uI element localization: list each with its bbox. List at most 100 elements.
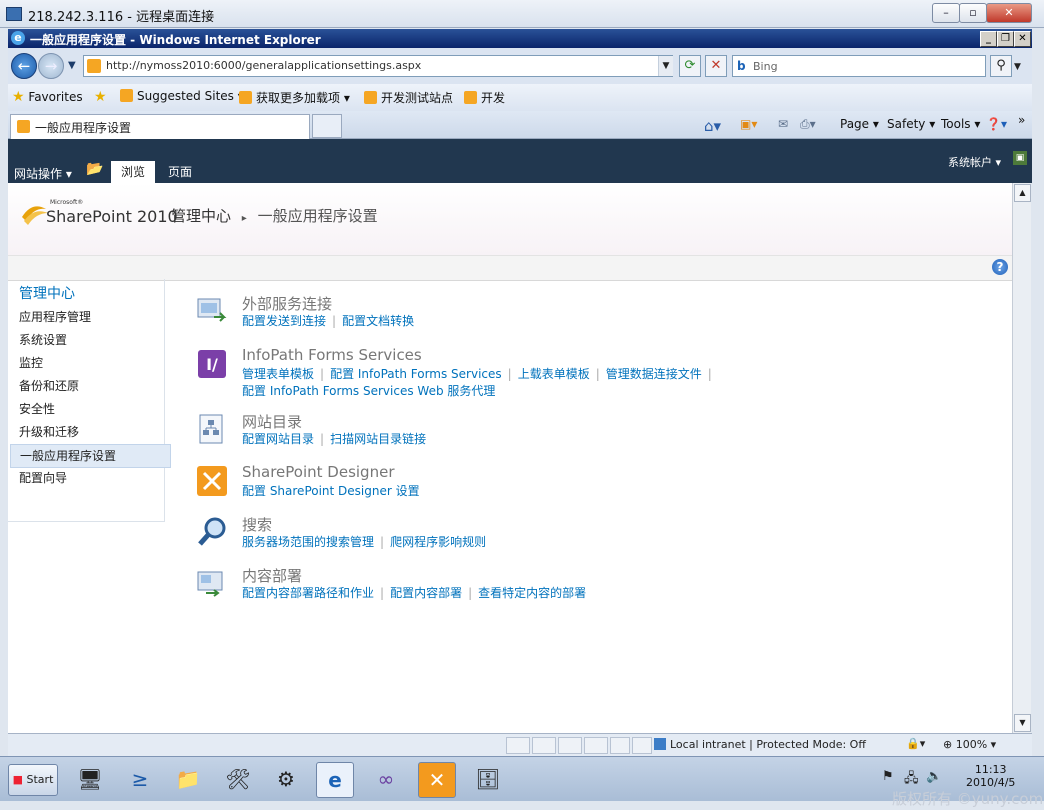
tab-page[interactable]: 页面	[158, 161, 202, 183]
zoom-control[interactable]: ⊕ 100% ▾	[943, 738, 996, 751]
search-icon[interactable]: ⚲	[990, 55, 1012, 77]
feeds-icon[interactable]: ▣▾	[740, 117, 757, 131]
refresh-icon[interactable]: ⟳	[679, 55, 701, 77]
start-button[interactable]: ■ Start	[8, 764, 58, 796]
link-manage-form-templates[interactable]: 管理表单模板	[242, 367, 314, 381]
nav-backup-restore[interactable]: 备份和还原	[10, 375, 169, 397]
link-send-to[interactable]: 配置发送到连接	[242, 314, 326, 328]
tools-menu[interactable]: Tools ▾	[941, 117, 980, 131]
link-config-infopath[interactable]: 配置 InfoPath Forms Services	[330, 367, 502, 381]
section-title: 网站目录	[242, 413, 303, 431]
close-button[interactable]: ✕	[986, 3, 1032, 23]
fav-label: 获取更多加载项 ▾	[256, 91, 350, 105]
nav-system-settings[interactable]: 系统设置	[10, 329, 169, 351]
clock[interactable]: 11:13 2010/4/5	[966, 763, 1015, 789]
navigate-up-icon[interactable]: 📂	[86, 161, 103, 177]
status-cell	[506, 737, 530, 754]
clock-time: 11:13	[974, 763, 1007, 776]
ie-minimize-button[interactable]: _	[980, 31, 997, 47]
link-view-deployment[interactable]: 查看特定内容的部署	[478, 586, 586, 600]
new-tab-button[interactable]	[312, 114, 342, 138]
link-config-designer[interactable]: 配置 SharePoint Designer 设置	[242, 484, 420, 498]
address-dropdown-icon[interactable]: ▼	[658, 56, 673, 76]
fav-label: Suggested Sites ▾	[137, 89, 244, 103]
help-icon[interactable]: ?	[992, 259, 1008, 275]
account-menu[interactable]: 系统帐户 ▾	[948, 154, 1001, 170]
tab-current[interactable]: 一般应用程序设置	[10, 114, 310, 139]
link-data-connection-files[interactable]: 管理数据连接文件	[606, 367, 702, 381]
taskbar: ■ Start 🖥 ≥ 📁 🛠 ⚙ e ∞ ✕ 🗄 ⚑ 🖧 🔈 11:13 20…	[0, 756, 1044, 801]
help-menu-icon[interactable]: ❓▾	[986, 117, 1007, 131]
safety-menu[interactable]: Safety ▾	[887, 117, 935, 131]
explorer-icon[interactable]: 📁	[170, 762, 206, 796]
page-menu[interactable]: Page ▾	[840, 117, 879, 131]
tools-icon[interactable]: 🛠	[220, 762, 256, 796]
print-icon[interactable]: ⎙▾	[800, 117, 816, 132]
section-links-2: 配置 InfoPath Forms Services Web 服务代理	[242, 382, 495, 399]
maximize-button[interactable]: ▫	[959, 3, 987, 23]
chevron-more-icon[interactable]: »	[1018, 113, 1025, 127]
visual-studio-icon[interactable]: ∞	[368, 762, 404, 796]
ie-close-button[interactable]: ✕	[1014, 31, 1031, 47]
section-links: 服务器场范围的搜索管理 | 爬网程序影响规则	[242, 535, 487, 549]
fav-suggested-sites[interactable]: Suggested Sites ▾	[120, 89, 244, 103]
internet-explorer-icon[interactable]: e	[316, 762, 354, 798]
vertical-scrollbar[interactable]: ▲ ▼	[1012, 183, 1031, 733]
address-bar[interactable]: http://nymoss2010:6000/generalapplicatio…	[83, 55, 673, 77]
left-navigation: 管理中心 应用程序管理 系统设置 监控 备份和还原 安全性 升级和迁移 一般应用…	[8, 279, 171, 522]
tab-browse[interactable]: 浏览	[111, 161, 156, 183]
section-search: 搜索 服务器场范围的搜索管理 | 爬网程序影响规则	[196, 514, 986, 554]
link-deployment-paths-jobs[interactable]: 配置内容部署路径和作业	[242, 586, 374, 600]
link-config-deployment[interactable]: 配置内容部署	[390, 586, 462, 600]
scroll-up-icon[interactable]: ▲	[1014, 184, 1031, 202]
nav-security[interactable]: 安全性	[10, 398, 169, 420]
link-upload-form[interactable]: 上载表单模板	[518, 367, 590, 381]
link-doc-conversion[interactable]: 配置文档转换	[342, 314, 414, 328]
breadcrumb-root[interactable]: 管理中心	[171, 207, 231, 225]
home-icon[interactable]: ⌂▾	[704, 117, 721, 135]
fav-dev[interactable]: 开发	[464, 89, 505, 106]
minimize-button[interactable]: –	[932, 3, 960, 23]
settings-gear-icon[interactable]: ⚙	[268, 762, 304, 796]
nav-config-wizards[interactable]: 配置向导	[10, 467, 169, 489]
powershell-icon[interactable]: ≥	[122, 762, 158, 796]
fav-dev-test-site[interactable]: 开发测试站点	[364, 89, 453, 106]
back-button[interactable]: ←	[11, 53, 37, 79]
volume-icon[interactable]: 🔈	[926, 769, 942, 784]
section-infopath: I/ InfoPath Forms Services 管理表单模板 | 配置 Inf…	[196, 346, 986, 402]
search-dropdown-icon[interactable]: ▼	[1014, 62, 1021, 72]
nav-central-admin[interactable]: 管理中心	[10, 283, 169, 305]
forward-button[interactable]: →	[38, 53, 64, 79]
link-infopath-web-proxy[interactable]: 配置 InfoPath Forms Services Web 服务代理	[242, 384, 495, 398]
add-favorite-icon[interactable]: ★	[94, 89, 107, 105]
nav-monitoring[interactable]: 监控	[10, 352, 169, 374]
favorites-button[interactable]: ★ Favorites	[12, 89, 83, 105]
link-config-site-directory[interactable]: 配置网站目录	[242, 432, 314, 446]
stop-icon[interactable]: ✕	[705, 55, 727, 77]
security-zone-text[interactable]: Local intranet | Protected Mode: Off	[670, 738, 866, 751]
site-directory-icon	[199, 414, 223, 444]
scroll-down-icon[interactable]: ▼	[1014, 714, 1031, 732]
address-url: http://nymoss2010:6000/generalapplicatio…	[106, 59, 422, 72]
search-input[interactable]: b Bing	[732, 55, 986, 77]
history-dropdown-icon[interactable]: ▼	[68, 60, 76, 71]
watermark: 版权所有 ©yuny.com	[892, 790, 1044, 808]
nav-general-app-settings[interactable]: 一般应用程序设置	[10, 444, 171, 468]
protected-mode-icon[interactable]: 🔒▾	[906, 737, 925, 750]
link-crawler-impact-rules[interactable]: 爬网程序影响规则	[390, 535, 486, 549]
link-farm-search-admin[interactable]: 服务器场范围的搜索管理	[242, 535, 374, 549]
fav-get-addons[interactable]: 获取更多加载项 ▾	[239, 89, 350, 106]
action-center-icon[interactable]: ⚑	[882, 769, 894, 784]
ie-restore-button[interactable]: ❐	[997, 31, 1014, 47]
sharepoint-designer-icon[interactable]: ✕	[418, 762, 456, 798]
mail-icon[interactable]: ✉	[778, 117, 788, 131]
user-icon[interactable]: ▣	[1013, 151, 1027, 165]
sql-server-icon[interactable]: 🗄	[470, 762, 506, 796]
site-actions-menu[interactable]: 网站操作 ▾	[14, 165, 72, 182]
nav-upgrade-migration[interactable]: 升级和迁移	[10, 421, 169, 443]
server-manager-icon[interactable]: 🖥	[72, 762, 108, 796]
section-title: InfoPath Forms Services	[242, 346, 422, 364]
link-scan-site-directory[interactable]: 扫描网站目录链接	[330, 432, 426, 446]
nav-application-management[interactable]: 应用程序管理	[10, 306, 169, 328]
sharepoint-ribbon: 网站操作 ▾ 📂 浏览 页面 系统帐户 ▾ ▣	[8, 139, 1032, 183]
